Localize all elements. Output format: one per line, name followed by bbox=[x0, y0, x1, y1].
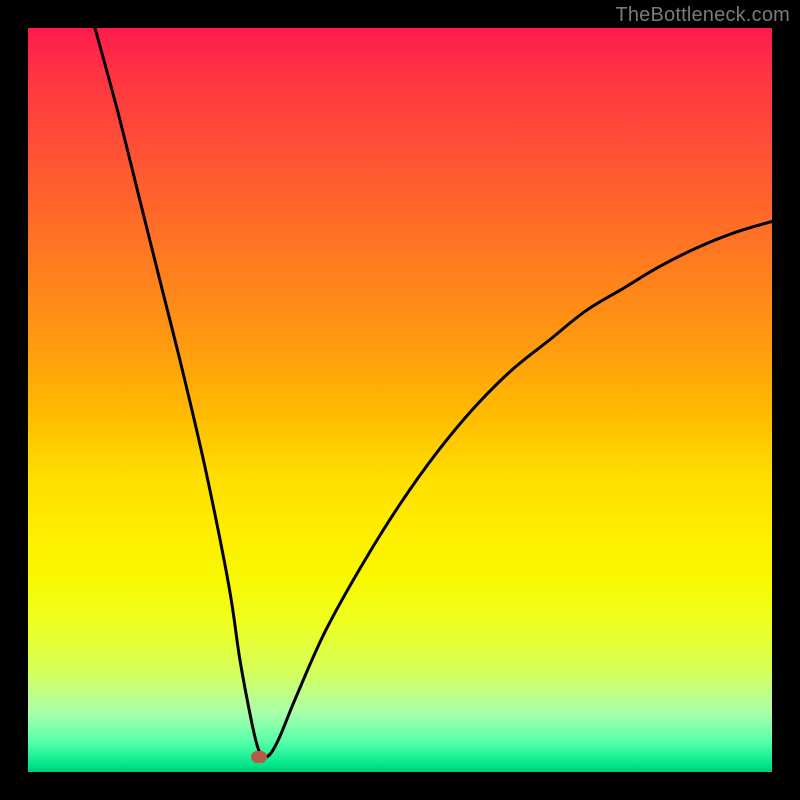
chart-frame: TheBottleneck.com bbox=[0, 0, 800, 800]
plot-area bbox=[28, 28, 772, 772]
bottleneck-curve bbox=[95, 28, 772, 758]
optimum-marker bbox=[251, 751, 267, 763]
curve-svg bbox=[28, 28, 772, 772]
watermark-text: TheBottleneck.com bbox=[615, 4, 790, 27]
